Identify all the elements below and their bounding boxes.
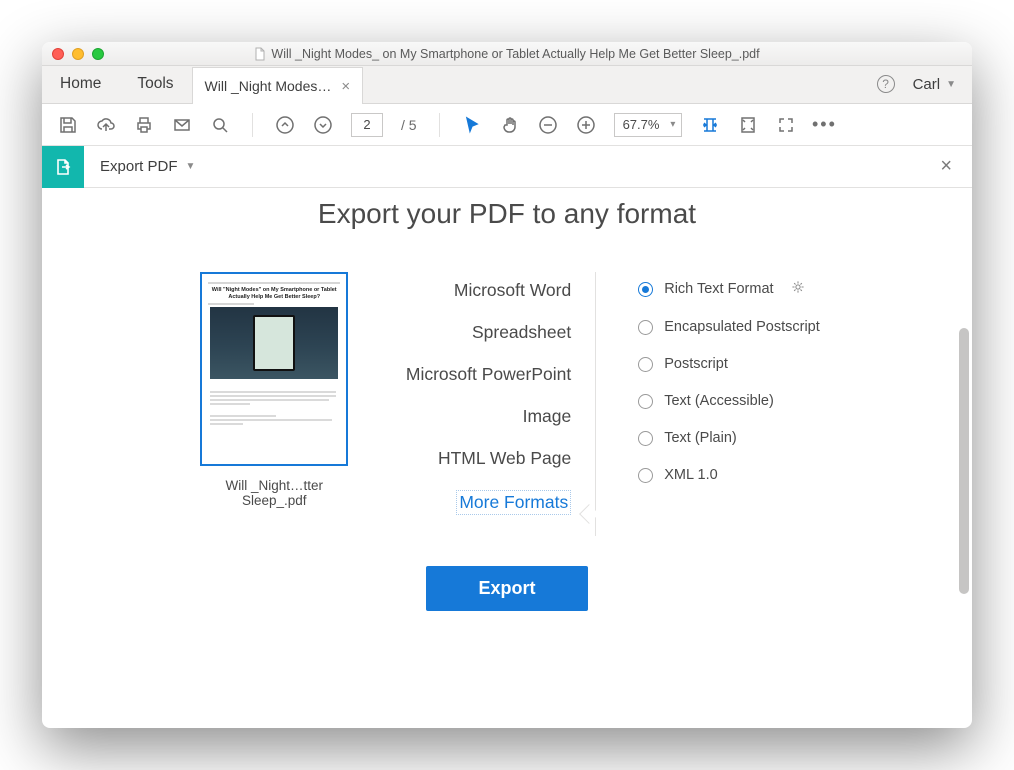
thumb-article-title: Will "Night Modes" on My Smartphone or T… bbox=[210, 287, 338, 300]
fit-width-icon[interactable] bbox=[700, 115, 720, 135]
tab-document-label: Will _Night Modes… bbox=[205, 78, 332, 94]
thumbnail-caption: Will _Night…tter Sleep_.pdf bbox=[194, 478, 354, 508]
window-minimize-button[interactable] bbox=[72, 48, 84, 60]
scrollbar-thumb[interactable] bbox=[959, 328, 969, 594]
option-rich-text-format[interactable]: Rich Text Format bbox=[638, 280, 820, 298]
category-image[interactable]: Image bbox=[386, 406, 571, 427]
primary-tabs: Home Tools Will _Night Modes… × ? Carl ▼ bbox=[42, 66, 972, 104]
titlebar: Will _Night Modes_ on My Smartphone or T… bbox=[42, 42, 972, 66]
export-bar-dropdown[interactable]: Export PDF ▼ bbox=[84, 158, 195, 175]
option-label: XML 1.0 bbox=[664, 467, 717, 483]
zoom-select[interactable]: 67.7% bbox=[614, 113, 683, 137]
close-panel-icon[interactable]: × bbox=[940, 155, 972, 178]
zoom-value: 67.7% bbox=[623, 117, 660, 132]
option-label: Text (Plain) bbox=[664, 430, 737, 446]
traffic-lights bbox=[52, 48, 104, 60]
option-label: Postscript bbox=[664, 356, 728, 372]
tab-document[interactable]: Will _Night Modes… × bbox=[192, 67, 364, 104]
category-microsoft-powerpoint[interactable]: Microsoft PowerPoint bbox=[386, 364, 571, 385]
hand-icon[interactable] bbox=[500, 115, 520, 135]
app-window: Will _Night Modes_ on My Smartphone or T… bbox=[42, 42, 972, 728]
radio-icon bbox=[638, 394, 653, 409]
radio-icon bbox=[638, 357, 653, 372]
option-label: Rich Text Format bbox=[664, 281, 773, 297]
tab-close-icon[interactable]: × bbox=[341, 78, 350, 95]
user-name: Carl bbox=[913, 76, 941, 93]
gear-icon[interactable] bbox=[791, 280, 805, 298]
chevron-down-icon: ▼ bbox=[946, 79, 956, 90]
panel-heading: Export your PDF to any format bbox=[42, 198, 972, 230]
zoom-out-icon[interactable] bbox=[538, 115, 558, 135]
export-bar-label: Export PDF bbox=[100, 158, 178, 175]
document-thumbnail[interactable]: Will "Night Modes" on My Smartphone or T… bbox=[200, 272, 348, 466]
category-html-web-page[interactable]: HTML Web Page bbox=[386, 448, 571, 469]
option-text-accessible[interactable]: Text (Accessible) bbox=[638, 393, 820, 409]
window-title: Will _Night Modes_ on My Smartphone or T… bbox=[42, 47, 972, 61]
radio-icon bbox=[638, 431, 653, 446]
page-up-icon[interactable] bbox=[275, 115, 295, 135]
page-total: / 5 bbox=[401, 117, 417, 133]
help-icon[interactable]: ? bbox=[877, 75, 895, 93]
radio-icon bbox=[638, 320, 653, 335]
radio-icon bbox=[638, 468, 653, 483]
export-button[interactable]: Export bbox=[426, 566, 587, 611]
search-icon[interactable] bbox=[210, 115, 230, 135]
window-zoom-button[interactable] bbox=[92, 48, 104, 60]
user-menu[interactable]: Carl ▼ bbox=[913, 76, 956, 93]
more-icon[interactable]: ••• bbox=[814, 115, 834, 135]
mail-icon[interactable] bbox=[172, 115, 192, 135]
option-text-plain[interactable]: Text (Plain) bbox=[638, 430, 820, 446]
tab-home[interactable]: Home bbox=[42, 65, 119, 103]
tab-tools[interactable]: Tools bbox=[119, 65, 191, 103]
export-bar: Export PDF ▼ × bbox=[42, 146, 972, 188]
chevron-down-icon: ▼ bbox=[186, 161, 196, 172]
window-close-button[interactable] bbox=[52, 48, 64, 60]
category-more-formats[interactable]: More Formats bbox=[456, 490, 571, 515]
print-icon[interactable] bbox=[134, 115, 154, 135]
export-tool-icon[interactable] bbox=[42, 146, 84, 188]
option-label: Encapsulated Postscript bbox=[664, 319, 820, 335]
zoom-in-icon[interactable] bbox=[576, 115, 596, 135]
save-icon[interactable] bbox=[58, 115, 78, 135]
radio-icon bbox=[638, 282, 653, 297]
page-number-input[interactable] bbox=[351, 113, 383, 137]
pointer-icon[interactable] bbox=[462, 115, 482, 135]
fit-page-icon[interactable] bbox=[738, 115, 758, 135]
export-panel: Export your PDF to any format Will "Nigh… bbox=[42, 188, 972, 728]
option-encapsulated-postscript[interactable]: Encapsulated Postscript bbox=[638, 319, 820, 335]
vertical-scrollbar[interactable] bbox=[959, 328, 969, 708]
thumbnail-column: Will "Night Modes" on My Smartphone or T… bbox=[194, 272, 354, 536]
toolbar: / 5 67.7% ••• bbox=[42, 104, 972, 146]
page-down-icon[interactable] bbox=[313, 115, 333, 135]
fullscreen-icon[interactable] bbox=[776, 115, 796, 135]
cloud-upload-icon[interactable] bbox=[96, 115, 116, 135]
option-xml[interactable]: XML 1.0 bbox=[638, 467, 820, 483]
pdf-file-icon bbox=[254, 47, 266, 61]
format-options: Rich Text Format Encapsulated Postscript… bbox=[628, 272, 820, 536]
option-label: Text (Accessible) bbox=[664, 393, 774, 409]
option-postscript[interactable]: Postscript bbox=[638, 356, 820, 372]
category-list: Microsoft Word Spreadsheet Microsoft Pow… bbox=[386, 272, 596, 536]
category-spreadsheet[interactable]: Spreadsheet bbox=[386, 322, 571, 343]
category-microsoft-word[interactable]: Microsoft Word bbox=[386, 280, 571, 301]
